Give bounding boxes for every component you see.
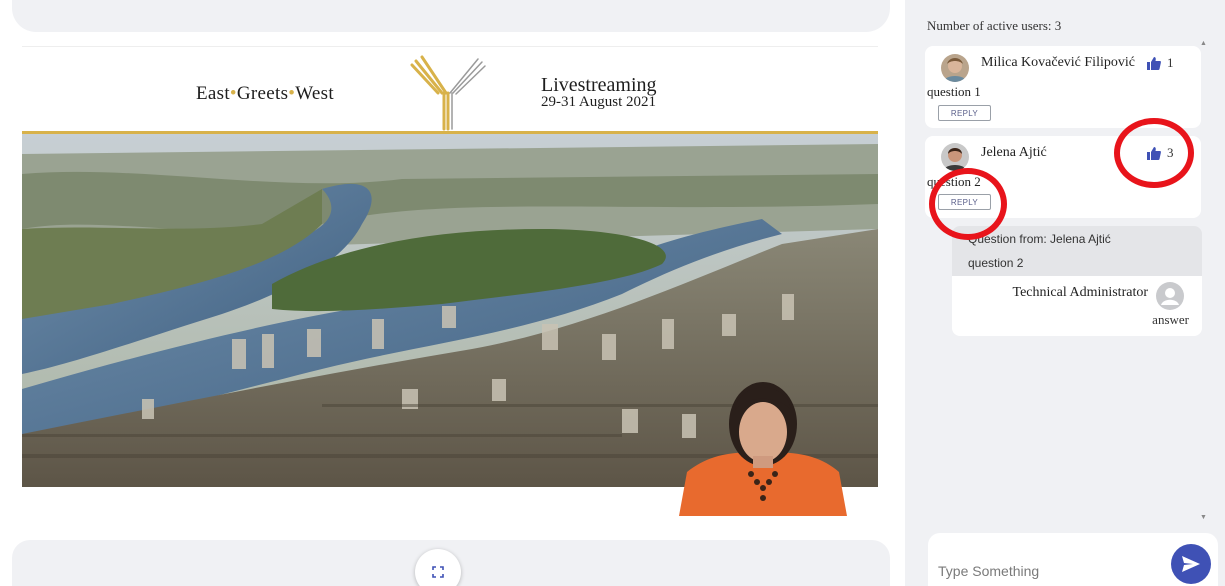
reply-button[interactable]: REPLY xyxy=(938,194,991,210)
answer-card: Technical Administrator answer xyxy=(952,276,1202,336)
thumbs-up-icon xyxy=(1147,56,1161,70)
thread-question-text: question 2 xyxy=(968,256,1024,270)
banner-word-east: East xyxy=(196,83,230,104)
avatar xyxy=(941,143,969,171)
send-button[interactable] xyxy=(1171,544,1211,584)
active-users-count: Number of active users: 3 xyxy=(927,18,1062,33)
like-count: 1 xyxy=(1167,55,1174,70)
thumbs-up-icon xyxy=(1147,146,1161,160)
page: East•Greets•West Livestreaming 29-31 Aug… xyxy=(0,0,1225,586)
fullscreen-icon xyxy=(432,566,444,578)
chat-input[interactable] xyxy=(938,560,1158,582)
question-author: Milica Kovačević Filipović xyxy=(981,55,1135,70)
thread-question-from: Question from: Jelena Ajtić xyxy=(968,232,1111,246)
answer-text: answer xyxy=(1152,312,1189,327)
reply-button[interactable]: REPLY xyxy=(938,105,991,121)
scroll-up-icon[interactable]: ▲ xyxy=(1200,40,1207,47)
default-avatar-icon xyxy=(1156,282,1184,310)
banner-word-greets: Greets xyxy=(236,83,289,104)
top-panel xyxy=(12,0,890,32)
stream-banner: East•Greets•West Livestreaming 29-31 Aug… xyxy=(22,46,878,135)
like-button[interactable]: 1 xyxy=(1147,55,1174,71)
scroll-down-icon[interactable]: ▼ xyxy=(1200,514,1207,521)
banner-dot-icon: • xyxy=(229,83,237,104)
like-count: 3 xyxy=(1167,145,1174,160)
answer-author: Technical Administrator xyxy=(1012,285,1148,300)
thread-header: Question from: Jelena Ajtić question 2 xyxy=(952,226,1202,276)
reply-thread: Question from: Jelena Ajtić question 2 T… xyxy=(952,226,1202,336)
question-text: question 1 xyxy=(927,84,981,99)
livestream-title: Livestreaming xyxy=(541,74,657,96)
antibody-logo xyxy=(410,55,486,131)
question-card: Milica Kovačević Filipović 1 question 1 … xyxy=(925,46,1201,128)
presenter-video xyxy=(679,382,847,516)
qa-sidebar: Number of active users: 3 Milica Kovačev… xyxy=(905,0,1225,586)
question-text: question 2 xyxy=(927,174,981,189)
livestream-dates: 29-31 August 2021 xyxy=(541,94,657,110)
question-card: Jelena Ajtić 3 question 2 REPLY xyxy=(925,136,1201,218)
avatar xyxy=(941,54,969,82)
banner-title: East•Greets•West xyxy=(196,83,334,105)
banner-word-west: West xyxy=(295,83,334,104)
video-player[interactable]: East•Greets•West Livestreaming 29-31 Aug… xyxy=(22,46,878,516)
question-author: Jelena Ajtić xyxy=(981,145,1047,160)
like-button[interactable]: 3 xyxy=(1147,145,1174,161)
qa-scrollbar[interactable] xyxy=(1199,40,1207,530)
send-icon xyxy=(1182,556,1200,572)
